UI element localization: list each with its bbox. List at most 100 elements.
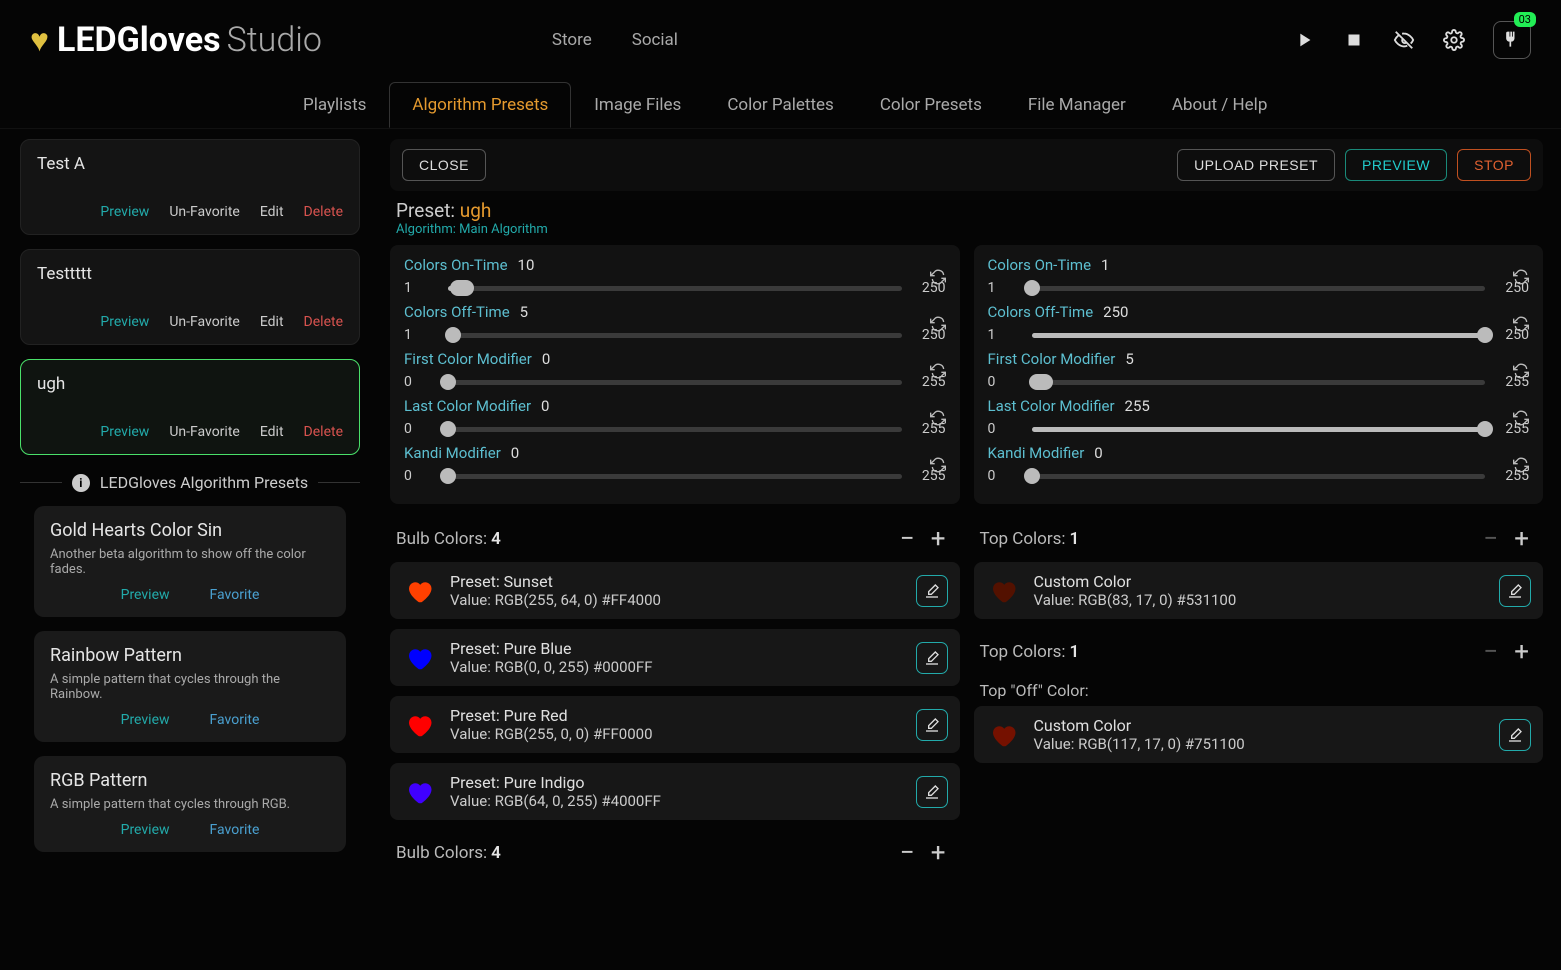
close-button[interactable]: CLOSE — [402, 149, 486, 181]
color-value: Value: RGB(117, 17, 0) #751100 — [1034, 735, 1245, 753]
param-label: Colors Off-Time — [404, 303, 510, 321]
info-icon[interactable]: i — [72, 474, 90, 492]
add-top-color-button[interactable]: + — [1506, 526, 1537, 552]
play-icon[interactable] — [1293, 29, 1315, 51]
refresh-icon[interactable] — [930, 457, 946, 477]
edit-color-button[interactable] — [916, 642, 948, 674]
unfavorite-link[interactable]: Un-Favorite — [169, 314, 240, 330]
user-preset-card[interactable]: ughPreviewUn-FavoriteEditDelete — [20, 359, 360, 455]
param-slider[interactable] — [448, 427, 902, 432]
preview-link[interactable]: Preview — [100, 314, 149, 330]
edit-color-button[interactable] — [1499, 575, 1531, 607]
bulb-colors-header: Bulb Colors: 4 − + — [390, 516, 960, 562]
param-label: First Color Modifier — [404, 350, 532, 368]
link-social[interactable]: Social — [632, 30, 678, 50]
delete-link[interactable]: Delete — [304, 204, 343, 220]
delete-link[interactable]: Delete — [304, 424, 343, 440]
preview-button[interactable]: PREVIEW — [1345, 149, 1447, 181]
edit-color-button[interactable] — [916, 575, 948, 607]
param-label: Last Color Modifier — [404, 397, 531, 415]
tab-file-manager[interactable]: File Manager — [1005, 82, 1149, 128]
color-name: Preset: Pure Blue — [450, 639, 653, 658]
remove-bulb-color-button-2[interactable]: − — [892, 840, 923, 866]
tab-image-files[interactable]: Image Files — [571, 82, 704, 128]
preview-link[interactable]: Preview — [100, 204, 149, 220]
refresh-icon[interactable] — [930, 410, 946, 430]
param-slider[interactable] — [1032, 286, 1486, 291]
visibility-off-icon[interactable] — [1393, 29, 1415, 51]
edit-link[interactable]: Edit — [260, 204, 284, 220]
edit-link[interactable]: Edit — [260, 314, 284, 330]
tab-algorithm-presets[interactable]: Algorithm Presets — [389, 82, 571, 128]
param-slider[interactable] — [1032, 333, 1486, 338]
add-top-color-button-2[interactable]: + — [1506, 639, 1537, 665]
unfavorite-link[interactable]: Un-Favorite — [169, 204, 240, 220]
user-preset-card[interactable]: Test A Preview Un-Favorite Edit Delete — [20, 139, 360, 235]
edit-link[interactable]: Edit — [260, 424, 284, 440]
refresh-icon[interactable] — [1513, 457, 1529, 477]
preview-link[interactable]: Preview — [121, 587, 170, 603]
refresh-icon[interactable] — [1513, 410, 1529, 430]
refresh-icon[interactable] — [930, 269, 946, 289]
param-slider[interactable] — [448, 474, 902, 479]
heart-icon — [402, 708, 436, 742]
remove-top-color-button[interactable]: − — [1475, 526, 1506, 552]
unfavorite-link[interactable]: Un-Favorite — [169, 424, 240, 440]
library-preset-card[interactable]: Gold Hearts Color SinAnother beta algori… — [34, 506, 346, 617]
param-first-color-modifier: First Color Modifier00255 — [404, 349, 946, 390]
algorithm-label: Algorithm: Main Algorithm — [396, 222, 1543, 237]
remove-bulb-color-button[interactable]: − — [892, 526, 923, 552]
stop-icon[interactable] — [1343, 29, 1365, 51]
edit-color-button[interactable] — [1499, 719, 1531, 751]
link-store[interactable]: Store — [552, 30, 592, 50]
refresh-icon[interactable] — [930, 363, 946, 383]
param-slider[interactable] — [448, 333, 902, 338]
color-value: Value: RGB(0, 0, 255) #0000FF — [450, 658, 653, 676]
param-value: 5 — [520, 303, 528, 321]
add-bulb-color-button-2[interactable]: + — [923, 840, 954, 866]
library-preset-card[interactable]: Rainbow PatternA simple pattern that cyc… — [34, 631, 346, 742]
logo-sub: Studio — [227, 20, 322, 60]
preset-card-title: Test A — [37, 154, 343, 174]
refresh-icon[interactable] — [1513, 269, 1529, 289]
color-value: Value: RGB(64, 0, 255) #4000FF — [450, 792, 661, 810]
color-item: Preset: Pure IndigoValue: RGB(64, 0, 255… — [390, 763, 960, 820]
favorite-link[interactable]: Favorite — [210, 587, 260, 603]
preview-link[interactable]: Preview — [121, 712, 170, 728]
upload-preset-button[interactable]: UPLOAD PRESET — [1177, 149, 1335, 181]
param-slider[interactable] — [1032, 474, 1486, 479]
user-preset-card[interactable]: Testtttt Preview Un-Favorite Edit Delete — [20, 249, 360, 345]
refresh-icon[interactable] — [930, 316, 946, 336]
edit-color-button[interactable] — [916, 709, 948, 741]
library-preset-card[interactable]: RGB PatternA simple pattern that cycles … — [34, 756, 346, 852]
param-slider[interactable] — [448, 380, 902, 385]
favorite-link[interactable]: Favorite — [210, 822, 260, 838]
preset-editor[interactable]: CLOSE UPLOAD PRESET PREVIEW STOP Preset:… — [380, 129, 1561, 969]
preset-sidebar[interactable]: Test APreviewUn-FavoriteEditDeleteTesttt… — [0, 129, 380, 969]
param-slider[interactable] — [1032, 427, 1486, 432]
stop-button[interactable]: STOP — [1457, 149, 1531, 181]
tab-color-presets[interactable]: Color Presets — [857, 82, 1005, 128]
glove-status-button[interactable]: 03 — [1493, 21, 1531, 59]
heart-icon — [986, 574, 1020, 608]
tab-about[interactable]: About / Help — [1149, 82, 1291, 128]
tab-playlists[interactable]: Playlists — [280, 82, 389, 128]
refresh-icon[interactable] — [1513, 363, 1529, 383]
refresh-icon[interactable] — [1513, 316, 1529, 336]
param-label: Colors Off-Time — [988, 303, 1094, 321]
add-bulb-color-button[interactable]: + — [923, 526, 954, 552]
param-slider[interactable] — [1032, 380, 1486, 385]
remove-top-color-button-2[interactable]: − — [1475, 639, 1506, 665]
slider-min: 0 — [404, 374, 434, 390]
param-slider[interactable] — [448, 286, 902, 291]
preview-link[interactable]: Preview — [121, 822, 170, 838]
lib-preset-desc: A simple pattern that cycles through the… — [50, 672, 330, 702]
tab-color-palettes[interactable]: Color Palettes — [704, 82, 857, 128]
preset-card-title: Testtttt — [37, 264, 343, 284]
delete-link[interactable]: Delete — [304, 314, 343, 330]
param-last-color-modifier: Last Color Modifier00255 — [404, 396, 946, 437]
settings-icon[interactable] — [1443, 29, 1465, 51]
preview-link[interactable]: Preview — [100, 424, 149, 440]
edit-color-button[interactable] — [916, 776, 948, 808]
favorite-link[interactable]: Favorite — [210, 712, 260, 728]
